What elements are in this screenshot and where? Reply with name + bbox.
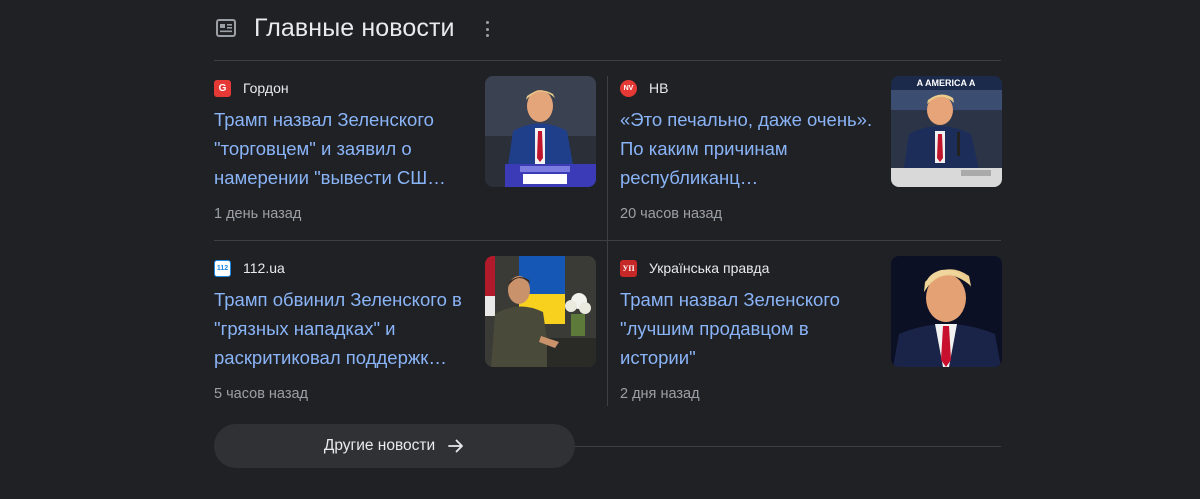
section-header: Главные новости	[214, 12, 1001, 46]
trump-rally-photo-icon	[485, 76, 596, 187]
news-headline-link[interactable]: Трамп обвинил Зеленского в "грязных напа…	[214, 285, 469, 372]
newspaper-icon	[216, 19, 236, 37]
more-news-label: Другие новости	[323, 437, 436, 454]
news-headline-link[interactable]: «Это печально, даже очень». По каким при…	[620, 105, 875, 192]
news-source: УП Українська правда	[620, 259, 769, 277]
trump-portrait-photo-icon	[891, 256, 1002, 367]
nv-favicon-icon: NV	[620, 79, 637, 97]
arrow-right-icon	[448, 439, 464, 453]
source-name: НВ	[649, 80, 669, 96]
divider	[607, 76, 608, 406]
source-name: 112.ua	[243, 260, 285, 276]
news-thumbnail[interactable]	[485, 76, 596, 187]
news-source: G Гордон	[214, 79, 289, 97]
news-timestamp: 1 день назад	[214, 206, 302, 222]
news-card[interactable]: G Гордон Трамп назвал Зеленского "торгов…	[214, 76, 596, 236]
trump-press-conference-photo-icon: A AMERICA A	[891, 76, 1002, 187]
source-name: Гордон	[243, 80, 289, 96]
divider	[214, 60, 1001, 61]
news-source: NV НВ	[620, 79, 668, 97]
news-source: 112 112.ua	[214, 259, 285, 277]
source-name: Українська правда	[649, 260, 770, 276]
news-card[interactable]: УП Українська правда Трамп назвал Зеленс…	[620, 256, 1002, 416]
more-options-icon[interactable]	[482, 19, 492, 39]
svg-text:A AMERICA A: A AMERICA A	[917, 78, 976, 88]
112-favicon-icon: 112	[214, 259, 231, 277]
section-title: Главные новости	[254, 14, 455, 42]
ukrainska-pravda-favicon-icon: УП	[620, 259, 637, 277]
news-timestamp: 20 часов назад	[620, 206, 723, 222]
more-news-button[interactable]: Другие новости	[214, 424, 575, 468]
news-card[interactable]: NV НВ «Это печально, даже очень». По как…	[620, 76, 1002, 236]
news-card[interactable]: 112 112.ua Трамп обвинил Зеленского в "г…	[214, 256, 596, 416]
news-timestamp: 5 часов назад	[214, 386, 309, 402]
news-headline-link[interactable]: Трамп назвал Зеленского "лучшим продавцо…	[620, 285, 875, 372]
news-timestamp: 2 дня назад	[620, 386, 700, 402]
news-thumbnail[interactable]: A AMERICA A	[891, 76, 1002, 187]
news-headline-link[interactable]: Трамп назвал Зеленского "торговцем" и за…	[214, 105, 469, 192]
gordon-favicon-icon: G	[214, 79, 231, 97]
news-thumbnail[interactable]	[485, 256, 596, 367]
news-thumbnail[interactable]	[891, 256, 1002, 367]
zelensky-meeting-photo-icon	[485, 256, 596, 367]
